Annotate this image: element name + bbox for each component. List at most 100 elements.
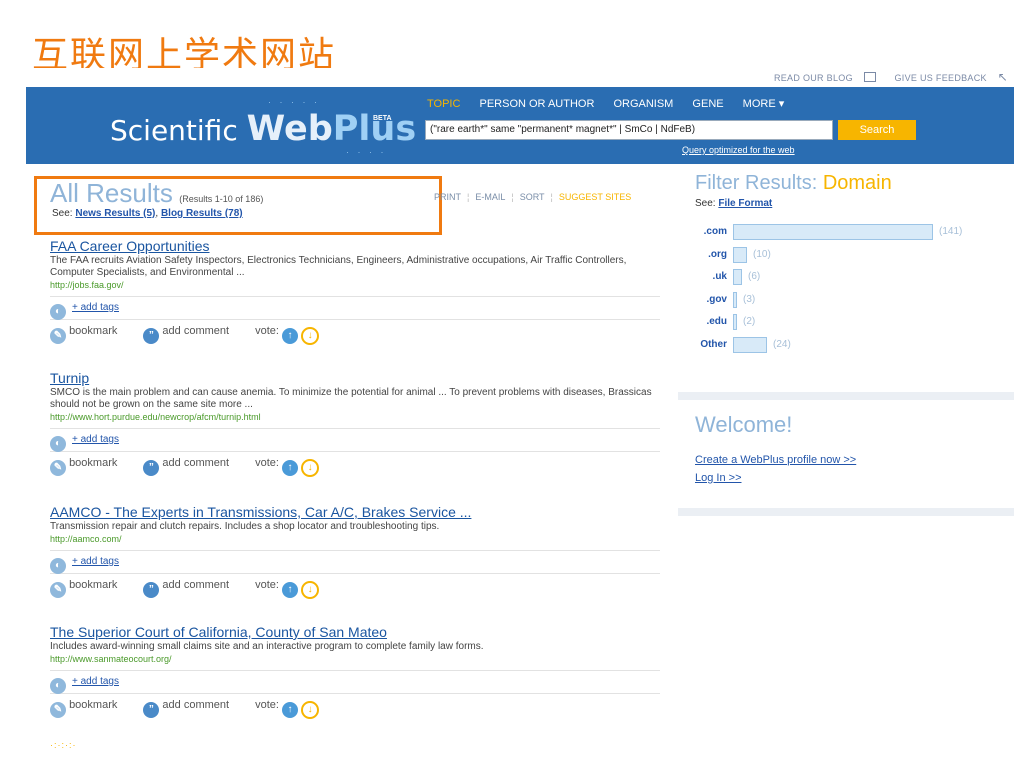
vote-label: vote: [255, 325, 279, 337]
file-format-link[interactable]: File Format [718, 198, 772, 209]
read-blog-link[interactable]: READ OUR BLOG [766, 72, 876, 83]
result-title[interactable]: FAA Career Opportunities [50, 238, 660, 254]
result-url[interactable]: http://www.hort.purdue.edu/newcrop/afcm/… [50, 412, 660, 422]
domain-count: (141) [939, 226, 963, 237]
result-url[interactable]: http://www.sanmateocourt.org/ [50, 654, 660, 664]
bookmark-icon: ✎ [50, 702, 66, 718]
bookmark-button[interactable]: ✎ bookmark [50, 579, 118, 598]
bookmark-button[interactable]: ✎ bookmark [50, 325, 118, 344]
filter-title-label: Filter Results: [695, 172, 818, 194]
add-comment-button[interactable]: ” add comment [143, 699, 230, 718]
result-description: Transmission repair and clutch repairs. … [50, 521, 440, 532]
result-actions-row: ✎ bookmark ” add comment vote: ↑ ↓ [50, 451, 660, 477]
domain-label[interactable]: .org [695, 249, 727, 260]
result-item: Turnip SMCO is the main problem and can … [50, 370, 660, 477]
filter-title: Filter Results: Domain [695, 172, 892, 195]
result-item: FAA Career Opportunities The FAA recruit… [50, 238, 660, 345]
welcome-title: Welcome! [695, 412, 793, 437]
domain-bar[interactable] [733, 314, 737, 330]
search-input[interactable] [425, 120, 833, 140]
add-tags-link[interactable]: + add tags [72, 302, 119, 313]
result-title[interactable]: The Superior Court of California, County… [50, 624, 660, 640]
tab-topic[interactable]: TOPIC [427, 98, 460, 110]
logo-scientific: Scientific [110, 114, 238, 147]
result-description: SMCO is the main problem and can cause a… [50, 387, 652, 410]
vote-up-icon[interactable]: ↑ [282, 582, 298, 598]
add-tags-link[interactable]: + add tags [72, 434, 119, 445]
tab-organism[interactable]: ORGANISM [613, 98, 673, 110]
domain-bar[interactable] [733, 336, 767, 353]
result-actions-row: ✎ bookmark ” add comment vote: ↑ ↓ [50, 573, 660, 599]
bookmark-button[interactable]: ✎ bookmark [50, 457, 117, 476]
tab-person-author[interactable]: PERSON OR AUTHOR [479, 98, 594, 110]
comment-label: add comment [162, 579, 230, 591]
vote-down-icon[interactable]: ↓ [301, 459, 320, 477]
filter-panel: Filter Results: Domain See: File Format … [678, 164, 1014, 392]
result-item: The Superior Court of California, County… [50, 624, 660, 719]
domain-count: (3) [743, 293, 756, 305]
print-link[interactable]: PRINT [434, 192, 461, 202]
add-comment-button[interactable]: ” add comment [143, 457, 229, 476]
top-links: READ OUR BLOG GIVE US FEEDBACK ↖ [758, 70, 1009, 84]
sort-link[interactable]: SORT [520, 192, 545, 202]
arrow-icon: ↖ [997, 70, 1008, 84]
result-url[interactable]: http://jobs.faa.gov/ [50, 280, 660, 290]
login-link[interactable]: Log In >> [695, 472, 742, 484]
vote-down-icon[interactable]: ↓ [301, 581, 320, 599]
domain-bar[interactable] [733, 246, 747, 263]
header: Scientific WebPlus BETA · · · · · · · · … [26, 87, 1014, 164]
domain-bar[interactable] [733, 269, 742, 285]
vote-down-icon[interactable]: ↓ [301, 701, 320, 719]
add-comment-button[interactable]: ” add comment [143, 325, 230, 344]
read-blog-label: READ OUR BLOG [773, 73, 853, 83]
email-link[interactable]: E-MAIL [475, 192, 505, 202]
feedback-label: GIVE US FEEDBACK [894, 73, 987, 83]
tab-gene[interactable]: GENE [692, 98, 723, 110]
tab-more[interactable]: MORE ▾ [743, 98, 785, 110]
webplus-app: READ OUR BLOG GIVE US FEEDBACK ↖ Scienti… [26, 68, 1014, 744]
logo[interactable]: Scientific WebPlus [110, 109, 416, 149]
filter-see: See: File Format [695, 198, 772, 209]
add-tags-link[interactable]: + add tags [72, 556, 119, 567]
results-column: All Results (Results 1-10 of 186) See: N… [26, 164, 670, 744]
suggest-sites-link[interactable]: SUGGEST SITES [559, 192, 631, 202]
comment-icon: ” [143, 582, 160, 598]
logo-dots-bottom-icon: · · · · [346, 147, 387, 157]
feedback-link[interactable]: GIVE US FEEDBACK ↖ [887, 70, 1009, 84]
bookmark-label: bookmark [69, 579, 118, 591]
domain-bar[interactable] [733, 224, 933, 240]
comment-label: add comment [162, 325, 230, 337]
bookmark-label: bookmark [69, 325, 118, 337]
bookmark-label: bookmark [69, 699, 118, 711]
result-url[interactable]: http://aamco.com/ [50, 534, 660, 544]
domain-bar[interactable] [733, 291, 737, 308]
vote-label: vote: [255, 579, 279, 591]
comment-label: add comment [162, 699, 230, 711]
domain-count: (2) [743, 316, 756, 327]
search-button[interactable]: Search [838, 120, 916, 140]
vote-down-icon[interactable]: ↓ [301, 327, 320, 345]
vote-up-icon[interactable]: ↑ [282, 328, 298, 344]
domain-label[interactable]: .uk [695, 271, 727, 282]
domain-label[interactable]: .gov [695, 294, 727, 305]
logo-web: Web [246, 109, 333, 149]
bookmark-button[interactable]: ✎ bookmark [50, 699, 118, 718]
domain-label[interactable]: .com [695, 226, 727, 237]
result-title[interactable]: Turnip [50, 370, 660, 386]
domain-label[interactable]: .edu [695, 316, 727, 327]
comment-icon: ” [143, 328, 160, 344]
tag-icon: ◐ [50, 558, 66, 574]
tags-row: ◐ + add tags [50, 428, 660, 452]
vote-up-icon[interactable]: ↑ [282, 460, 298, 476]
create-profile-link[interactable]: Create a WebPlus profile now >> [695, 454, 856, 466]
tag-icon: ◐ [50, 678, 66, 694]
add-tags-link[interactable]: + add tags [72, 676, 119, 687]
add-comment-button[interactable]: ” add comment [143, 579, 230, 598]
result-title[interactable]: AAMCO - The Experts in Transmissions, Ca… [50, 504, 660, 520]
domain-label[interactable]: Other [695, 339, 727, 350]
loading-dots-icon: ·:·:·:· [50, 740, 77, 750]
query-optimized-link[interactable]: Query optimized for the web [682, 145, 795, 155]
tag-icon: ◐ [50, 436, 66, 452]
vote-up-icon[interactable]: ↑ [282, 702, 298, 718]
filter-domain-label: Domain [822, 172, 892, 194]
